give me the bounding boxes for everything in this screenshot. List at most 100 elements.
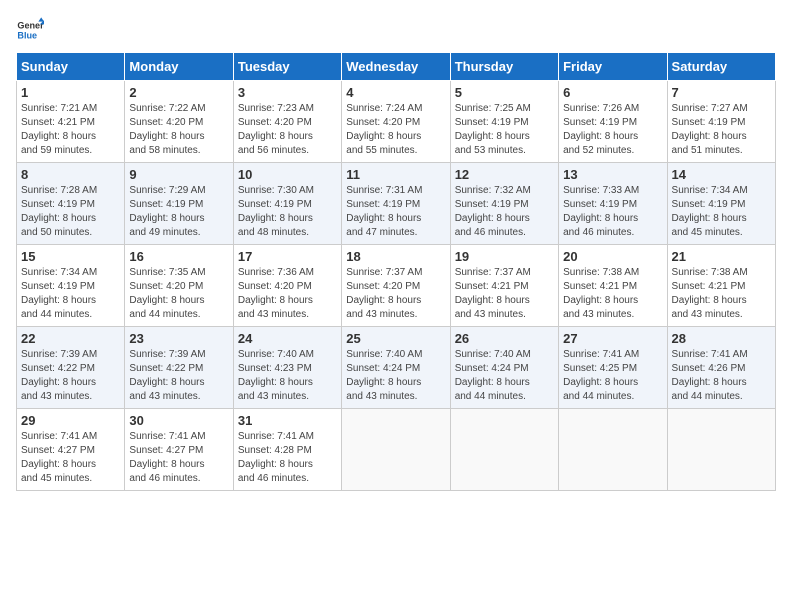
day-info: Sunrise: 7:21 AM Sunset: 4:21 PM Dayligh… <box>21 102 120 158</box>
calendar-cell: 28 Sunrise: 7:41 AM Sunset: 4:26 PM Dayli… <box>667 327 775 409</box>
calendar-cell: 12 Sunrise: 7:32 AM Sunset: 4:19 PM Dayli… <box>450 163 558 245</box>
calendar-cell: 23 Sunrise: 7:39 AM Sunset: 4:22 PM Dayli… <box>125 327 233 409</box>
svg-text:Blue: Blue <box>17 30 37 40</box>
day-info: Sunrise: 7:22 AM Sunset: 4:20 PM Dayligh… <box>129 102 228 158</box>
day-number: 21 <box>672 249 771 264</box>
day-info: Sunrise: 7:34 AM Sunset: 4:19 PM Dayligh… <box>21 266 120 322</box>
calendar-cell: 1 Sunrise: 7:21 AM Sunset: 4:21 PM Daylig… <box>17 81 125 163</box>
day-header-tuesday: Tuesday <box>233 53 341 81</box>
day-header-monday: Monday <box>125 53 233 81</box>
day-info: Sunrise: 7:33 AM Sunset: 4:19 PM Dayligh… <box>563 184 662 240</box>
calendar-cell <box>559 409 667 491</box>
day-info: Sunrise: 7:26 AM Sunset: 4:19 PM Dayligh… <box>563 102 662 158</box>
svg-text:General: General <box>17 21 44 31</box>
day-info: Sunrise: 7:35 AM Sunset: 4:20 PM Dayligh… <box>129 266 228 322</box>
day-number: 26 <box>455 331 554 346</box>
day-info: Sunrise: 7:40 AM Sunset: 4:23 PM Dayligh… <box>238 348 337 404</box>
day-number: 6 <box>563 85 662 100</box>
calendar-cell: 31Sunrise: 7:41 AM Sunset: 4:28 PM Dayli… <box>233 409 341 491</box>
calendar-week-row: 29Sunrise: 7:41 AM Sunset: 4:27 PM Dayli… <box>17 409 776 491</box>
calendar-cell: 16Sunrise: 7:35 AM Sunset: 4:20 PM Dayli… <box>125 245 233 327</box>
calendar-cell: 11 Sunrise: 7:31 AM Sunset: 4:19 PM Dayli… <box>342 163 450 245</box>
day-info: Sunrise: 7:29 AM Sunset: 4:19 PM Dayligh… <box>129 184 228 240</box>
day-info: Sunrise: 7:30 AM Sunset: 4:19 PM Dayligh… <box>238 184 337 240</box>
day-number: 15 <box>21 249 120 264</box>
calendar-cell: 8 Sunrise: 7:28 AM Sunset: 4:19 PM Daylig… <box>17 163 125 245</box>
day-number: 22 <box>21 331 120 346</box>
calendar-week-row: 22 Sunrise: 7:39 AM Sunset: 4:22 PM Dayli… <box>17 327 776 409</box>
day-info: Sunrise: 7:39 AM Sunset: 4:22 PM Dayligh… <box>129 348 228 404</box>
calendar-cell: 27 Sunrise: 7:41 AM Sunset: 4:25 PM Dayli… <box>559 327 667 409</box>
calendar-cell <box>450 409 558 491</box>
day-info: Sunrise: 7:41 AM Sunset: 4:28 PM Dayligh… <box>238 430 337 486</box>
day-number: 4 <box>346 85 445 100</box>
calendar-cell: 22Sunrise: 7:39 AM Sunset: 4:22 PM Dayli… <box>17 327 125 409</box>
calendar-cell: 2Sunrise: 7:22 AM Sunset: 4:20 PM Daylig… <box>125 81 233 163</box>
day-info: Sunrise: 7:34 AM Sunset: 4:19 PM Dayligh… <box>672 184 771 240</box>
calendar-cell: 19Sunrise: 7:37 AM Sunset: 4:21 PM Dayli… <box>450 245 558 327</box>
day-number: 29 <box>21 413 120 428</box>
calendar-cell: 7Sunrise: 7:27 AM Sunset: 4:19 PM Daylig… <box>667 81 775 163</box>
calendar-cell: 15 Sunrise: 7:34 AM Sunset: 4:19 PM Dayli… <box>17 245 125 327</box>
day-header-friday: Friday <box>559 53 667 81</box>
calendar-cell: 5Sunrise: 7:25 AM Sunset: 4:19 PM Daylig… <box>450 81 558 163</box>
calendar-cell: 4Sunrise: 7:24 AM Sunset: 4:20 PM Daylig… <box>342 81 450 163</box>
calendar-cell: 29Sunrise: 7:41 AM Sunset: 4:27 PM Dayli… <box>17 409 125 491</box>
calendar-week-row: 8 Sunrise: 7:28 AM Sunset: 4:19 PM Daylig… <box>17 163 776 245</box>
day-info: Sunrise: 7:41 AM Sunset: 4:26 PM Dayligh… <box>672 348 771 404</box>
day-number: 27 <box>563 331 662 346</box>
day-number: 1 <box>21 85 120 100</box>
day-number: 25 <box>346 331 445 346</box>
day-header-wednesday: Wednesday <box>342 53 450 81</box>
calendar-cell: 25 Sunrise: 7:40 AM Sunset: 4:24 PM Dayli… <box>342 327 450 409</box>
day-number: 13 <box>563 167 662 182</box>
calendar-cell: 26 Sunrise: 7:40 AM Sunset: 4:24 PM Dayli… <box>450 327 558 409</box>
day-number: 9 <box>129 167 228 182</box>
day-number: 18 <box>346 249 445 264</box>
day-info: Sunrise: 7:40 AM Sunset: 4:24 PM Dayligh… <box>346 348 445 404</box>
calendar-cell <box>667 409 775 491</box>
calendar-cell: 10 Sunrise: 7:30 AM Sunset: 4:19 PM Dayli… <box>233 163 341 245</box>
day-number: 5 <box>455 85 554 100</box>
day-header-sunday: Sunday <box>17 53 125 81</box>
calendar-week-row: 15 Sunrise: 7:34 AM Sunset: 4:19 PM Dayli… <box>17 245 776 327</box>
day-info: Sunrise: 7:37 AM Sunset: 4:20 PM Dayligh… <box>346 266 445 322</box>
day-number: 11 <box>346 167 445 182</box>
logo: General Blue <box>16 16 44 44</box>
day-number: 14 <box>672 167 771 182</box>
calendar-cell: 3Sunrise: 7:23 AM Sunset: 4:20 PM Daylig… <box>233 81 341 163</box>
day-header-thursday: Thursday <box>450 53 558 81</box>
calendar-cell: 13 Sunrise: 7:33 AM Sunset: 4:19 PM Dayli… <box>559 163 667 245</box>
day-info: Sunrise: 7:23 AM Sunset: 4:20 PM Dayligh… <box>238 102 337 158</box>
day-number: 8 <box>21 167 120 182</box>
day-header-saturday: Saturday <box>667 53 775 81</box>
calendar-cell <box>342 409 450 491</box>
day-number: 30 <box>129 413 228 428</box>
day-info: Sunrise: 7:38 AM Sunset: 4:21 PM Dayligh… <box>672 266 771 322</box>
calendar-header-row: SundayMondayTuesdayWednesdayThursdayFrid… <box>17 53 776 81</box>
calendar-cell: 14 Sunrise: 7:34 AM Sunset: 4:19 PM Dayli… <box>667 163 775 245</box>
calendar-week-row: 1 Sunrise: 7:21 AM Sunset: 4:21 PM Daylig… <box>17 81 776 163</box>
day-number: 23 <box>129 331 228 346</box>
day-number: 10 <box>238 167 337 182</box>
day-info: Sunrise: 7:32 AM Sunset: 4:19 PM Dayligh… <box>455 184 554 240</box>
day-info: Sunrise: 7:31 AM Sunset: 4:19 PM Dayligh… <box>346 184 445 240</box>
day-number: 7 <box>672 85 771 100</box>
day-number: 12 <box>455 167 554 182</box>
header: General Blue <box>16 16 776 44</box>
day-info: Sunrise: 7:41 AM Sunset: 4:25 PM Dayligh… <box>563 348 662 404</box>
day-number: 28 <box>672 331 771 346</box>
day-info: Sunrise: 7:40 AM Sunset: 4:24 PM Dayligh… <box>455 348 554 404</box>
calendar-cell: 21 Sunrise: 7:38 AM Sunset: 4:21 PM Dayli… <box>667 245 775 327</box>
calendar-cell: 24 Sunrise: 7:40 AM Sunset: 4:23 PM Dayli… <box>233 327 341 409</box>
day-info: Sunrise: 7:28 AM Sunset: 4:19 PM Dayligh… <box>21 184 120 240</box>
day-info: Sunrise: 7:36 AM Sunset: 4:20 PM Dayligh… <box>238 266 337 322</box>
calendar-table: SundayMondayTuesdayWednesdayThursdayFrid… <box>16 52 776 491</box>
calendar-cell: 17Sunrise: 7:36 AM Sunset: 4:20 PM Dayli… <box>233 245 341 327</box>
day-info: Sunrise: 7:37 AM Sunset: 4:21 PM Dayligh… <box>455 266 554 322</box>
calendar-cell: 6 Sunrise: 7:26 AM Sunset: 4:19 PM Daylig… <box>559 81 667 163</box>
calendar-cell: 18 Sunrise: 7:37 AM Sunset: 4:20 PM Dayli… <box>342 245 450 327</box>
day-number: 20 <box>563 249 662 264</box>
logo-icon: General Blue <box>16 16 44 44</box>
day-number: 24 <box>238 331 337 346</box>
